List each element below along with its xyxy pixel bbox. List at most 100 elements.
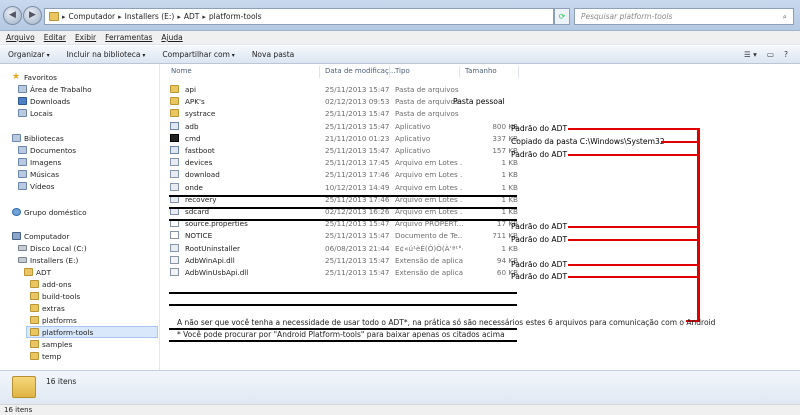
nav-label: Músicas — [30, 169, 60, 179]
file-row[interactable]: download 25/11/2013 17:46 Arquivo em Lotes… — [161, 169, 641, 181]
nav-computer[interactable]: Computador — [12, 230, 69, 242]
file-row[interactable]: systrace 25/11/2013 15:47 Pasta de arquivo… — [161, 108, 641, 120]
breadcrumb-adt[interactable]: ADT — [184, 12, 200, 21]
drive-icon — [18, 257, 27, 263]
downloads-icon — [18, 97, 27, 105]
preview-pane-icon[interactable]: ▭ — [767, 50, 774, 59]
file-name: APK's — [185, 97, 205, 107]
underline-source-properties — [169, 292, 517, 294]
nav-add-ons[interactable]: add-ons — [30, 278, 71, 290]
file-date: 25/11/2013 17:46 — [325, 170, 390, 180]
nav-videos[interactable]: Vídeos — [18, 180, 54, 192]
nav-label: extras — [42, 303, 65, 313]
breadcrumb-computer[interactable]: Computador — [69, 12, 116, 21]
file-row[interactable]: adb 25/11/2013 15:47 Aplicativo 800 KB — [161, 121, 641, 133]
nav-label: ADT — [36, 267, 52, 277]
file-name: cmd — [185, 133, 201, 143]
organize-button[interactable]: Organizar — [8, 50, 50, 59]
nav-adt[interactable]: ADT — [24, 266, 51, 278]
drive-icon — [18, 245, 27, 251]
breadcrumb-platform-tools[interactable]: platform-tools — [209, 12, 262, 21]
dll-file-icon — [170, 255, 179, 264]
batch-file-icon — [170, 243, 179, 252]
music-icon — [18, 170, 27, 178]
column-divider[interactable] — [518, 66, 519, 78]
file-size: 800 KB — [492, 121, 518, 131]
file-date: 25/11/2013 15:47 — [325, 231, 390, 241]
annotation-personal-folder: Pasta pessoal — [453, 97, 505, 106]
file-row[interactable]: RootUninstaller 06/08/2013 21:44 Ε¢«ú¹èÉ(Ò… — [161, 243, 641, 255]
note-footnote: * Você pode procurar por "Android Platfo… — [177, 330, 505, 339]
file-name: systrace — [185, 109, 216, 119]
new-folder-button[interactable]: Nova pasta — [252, 50, 294, 59]
file-row[interactable]: onde 10/12/2013 14:49 Arquivo em Lotes ...… — [161, 182, 641, 194]
nav-extras[interactable]: extras — [30, 302, 65, 314]
file-row[interactable]: APK's 02/12/2013 09:53 Pasta de arquivos — [161, 96, 641, 108]
folder-icon — [30, 316, 39, 324]
file-name: adb — [185, 121, 199, 131]
star-icon: ★ — [12, 72, 21, 82]
nav-local-disk[interactable]: Disco Local (C:) — [18, 242, 87, 254]
nav-downloads[interactable]: Downloads — [18, 95, 70, 107]
forward-button[interactable]: ▶ — [23, 6, 42, 25]
view-options-icon[interactable]: ☰ ▾ — [744, 50, 757, 59]
address-bar[interactable]: ▸ Computador ▸ Installers (E:) ▸ ADT ▸ p… — [44, 8, 554, 25]
nav-platform-tools[interactable]: platform-tools — [26, 326, 158, 338]
file-name: devices — [185, 158, 213, 168]
desktop-icon — [18, 85, 27, 93]
file-list: Nome Data de modificaç... Tipo Tamanho a… — [161, 64, 800, 370]
menu-exibir[interactable]: Exibir — [75, 33, 96, 42]
nav-libraries[interactable]: Bibliotecas — [12, 132, 64, 144]
file-date: 25/11/2013 17:45 — [325, 158, 390, 168]
column-divider[interactable] — [459, 66, 460, 78]
share-button[interactable]: Compartilhar com — [162, 50, 234, 59]
search-input[interactable]: Pesquisar platform-tools ⌕ — [574, 8, 794, 25]
nav-label: Favoritos — [24, 72, 57, 82]
file-size: 1 KB — [501, 170, 518, 180]
nav-installers[interactable]: Installers (E:) — [18, 254, 78, 266]
file-name: RootUninstaller — [185, 243, 240, 253]
file-size: 337 KB — [492, 133, 518, 143]
refresh-icon[interactable]: ⟳ — [554, 8, 570, 25]
column-header-type[interactable]: Tipo — [395, 67, 410, 75]
file-size: 711 KB — [492, 231, 518, 241]
red-line — [568, 226, 699, 228]
help-icon[interactable]: ? — [784, 50, 788, 59]
nav-desktop[interactable]: Área de Trabalho — [18, 83, 92, 95]
file-row[interactable]: api 25/11/2013 15:47 Pasta de arquivos — [161, 84, 641, 96]
dll-file-icon — [170, 268, 179, 276]
nav-platforms[interactable]: platforms — [30, 314, 77, 326]
nav-temp[interactable]: temp — [30, 350, 61, 362]
column-divider[interactable] — [389, 66, 390, 78]
column-header-date[interactable]: Data de modificaç... — [325, 67, 395, 75]
menu-arquivo[interactable]: Arquivo — [6, 33, 35, 42]
annotation-cmd: Copiado da pasta C:\Windows\System32 — [511, 137, 665, 146]
menu-editar[interactable]: Editar — [44, 33, 66, 42]
nav-build-tools[interactable]: build-tools — [30, 290, 80, 302]
back-button[interactable]: ◀ — [3, 6, 22, 25]
nav-music[interactable]: Músicas — [18, 168, 59, 180]
menu-ajuda[interactable]: Ajuda — [161, 33, 182, 42]
file-date: 02/12/2013 09:53 — [325, 97, 390, 107]
include-library-button[interactable]: Incluir na biblioteca — [67, 50, 146, 59]
nav-samples[interactable]: samples — [30, 338, 72, 350]
folder-icon — [170, 85, 179, 93]
breadcrumb-installers[interactable]: Installers (E:) — [125, 12, 175, 21]
menu-ferramentas[interactable]: Ferramentas — [105, 33, 152, 42]
nav-documents[interactable]: Documentos — [18, 144, 76, 156]
nav-label: add-ons — [42, 279, 72, 289]
address-toolbar: ◀ ▶ ▸ Computador ▸ Installers (E:) ▸ ADT… — [0, 0, 800, 31]
column-header-size[interactable]: Tamanho — [465, 67, 497, 75]
nav-homegroup[interactable]: Grupo doméstico — [12, 206, 87, 218]
nav-images[interactable]: Imagens — [18, 156, 61, 168]
file-row[interactable]: devices 25/11/2013 17:45 Arquivo em Lotes … — [161, 157, 641, 169]
nav-label: Vídeos — [30, 181, 55, 191]
folder-icon — [30, 292, 39, 300]
file-date: 25/11/2013 15:47 — [325, 85, 390, 94]
annotation-adbwinapi: Padrão do ADT — [511, 260, 568, 269]
nav-favorites[interactable]: ★ Favoritos — [12, 71, 57, 83]
nav-label: Disco Local (C:) — [30, 243, 87, 253]
nav-places[interactable]: Locais — [18, 107, 53, 119]
column-divider[interactable] — [319, 66, 320, 78]
column-header-name[interactable]: Nome — [171, 67, 192, 75]
